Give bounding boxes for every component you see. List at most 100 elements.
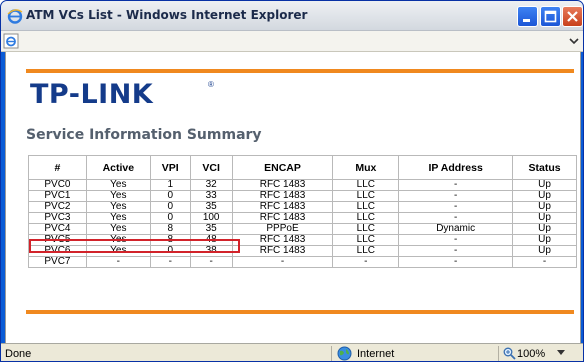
table-row: PVC2 Yes 0 35 RFC 1483 LLC - Up [28, 201, 577, 213]
cell-encap: RFC 1483 [231, 234, 334, 246]
cell-vci: - [189, 256, 233, 268]
cell-status: Up [512, 179, 577, 191]
window-title: ATM VCs List - Windows Internet Explorer [26, 8, 308, 22]
cell-vpi: - [149, 256, 191, 268]
browser-window: ATM VCs List - Windows Internet Explorer… [0, 0, 584, 362]
status-text: Done [5, 348, 32, 360]
cell-active: Yes [85, 190, 151, 202]
footer-divider [26, 310, 574, 314]
chevron-down-icon[interactable] [566, 33, 582, 49]
column-header-vpi: VPI [149, 155, 191, 180]
cell-status: Up [512, 190, 577, 202]
status-separator [498, 346, 499, 361]
zoom-icon[interactable] [503, 347, 516, 360]
table-row: PVC7 - - - - - - - [28, 256, 577, 268]
maximize-icon [544, 10, 557, 23]
cell-ip-address: - [398, 190, 514, 202]
maximize-button[interactable] [540, 6, 561, 27]
cell-active: Yes [85, 223, 151, 235]
cell-number: PVC3 [28, 212, 87, 224]
cell-encap: - [231, 256, 334, 268]
zoom-level[interactable]: 100% [517, 348, 545, 360]
cell-encap: RFC 1483 [231, 245, 334, 257]
cell-vpi: 1 [149, 179, 191, 191]
cell-vci: 100 [189, 212, 233, 224]
status-separator [331, 346, 332, 361]
cell-active: Yes [85, 212, 151, 224]
table-row: PVC1 Yes 0 33 RFC 1483 LLC - Up [28, 190, 577, 202]
cell-encap: RFC 1483 [231, 179, 334, 191]
cell-status: Up [512, 201, 577, 213]
column-header-mux: Mux [332, 155, 400, 180]
cell-ip-address: - [398, 179, 514, 191]
cell-status: Up [512, 223, 577, 235]
cell-status: Up [512, 234, 577, 246]
column-header-vci: VCI [189, 155, 233, 180]
address-strip [1, 31, 583, 52]
close-button[interactable] [562, 6, 583, 27]
cell-mux: LLC [332, 234, 400, 246]
cell-ip-address: - [398, 234, 514, 246]
security-zone-label: Internet [357, 348, 395, 360]
column-header-active: Active [85, 155, 151, 180]
cell-active: Yes [85, 201, 151, 213]
cell-active: - [85, 256, 151, 268]
cell-vpi: 0 [149, 190, 191, 202]
globe-icon [337, 346, 352, 361]
cell-mux: LLC [332, 223, 400, 235]
cell-status: Up [512, 245, 577, 257]
cell-vci: 35 [189, 201, 233, 213]
status-bar: Done Internet 100% [1, 343, 583, 361]
title-bar: ATM VCs List - Windows Internet Explorer [1, 1, 583, 31]
cell-mux: LLC [332, 201, 400, 213]
cell-ip-address: - [398, 212, 514, 224]
cell-number: PVC1 [28, 190, 87, 202]
cell-encap: PPPoE [231, 223, 334, 235]
table-row: PVC0 Yes 1 32 RFC 1483 LLC - Up [28, 179, 577, 191]
cell-mux: LLC [332, 245, 400, 257]
cell-vci: 33 [189, 190, 233, 202]
cell-number: PVC2 [28, 201, 87, 213]
minimize-button[interactable] [517, 6, 538, 27]
ie-icon [7, 9, 23, 24]
column-header-ip-address: IP Address [398, 155, 514, 180]
row-highlight-marker [29, 239, 240, 253]
cell-vci: 35 [189, 223, 233, 235]
cell-ip-address: Dynamic [398, 223, 514, 235]
cell-mux: LLC [332, 190, 400, 202]
cell-mux: - [332, 256, 400, 268]
page-title: Service Information Summary [26, 127, 262, 143]
cell-active: Yes [85, 179, 151, 191]
cell-vpi: 8 [149, 223, 191, 235]
cell-vpi: 0 [149, 201, 191, 213]
cell-mux: LLC [332, 212, 400, 224]
cell-number: PVC7 [28, 256, 87, 268]
cell-vci: 32 [189, 179, 233, 191]
page-content: TP-LINK ® Service Information Summary # … [5, 52, 581, 343]
cell-status: - [512, 256, 577, 268]
chevron-down-icon[interactable] [557, 350, 565, 356]
table-header-row: # Active VPI VCI ENCAP Mux IP Address St… [28, 155, 577, 180]
logo-text: TP-LINK [30, 79, 154, 110]
cell-encap: RFC 1483 [231, 190, 334, 202]
cell-mux: LLC [332, 179, 400, 191]
cell-encap: RFC 1483 [231, 201, 334, 213]
cell-status: Up [512, 212, 577, 224]
cell-ip-address: - [398, 245, 514, 257]
cell-number: PVC0 [28, 179, 87, 191]
column-header-number: # [28, 155, 87, 180]
cell-vpi: 0 [149, 212, 191, 224]
column-header-encap: ENCAP [231, 155, 334, 180]
close-icon [567, 11, 578, 22]
cell-encap: RFC 1483 [231, 212, 334, 224]
page-icon [3, 33, 19, 49]
cell-ip-address: - [398, 201, 514, 213]
cell-ip-address: - [398, 256, 514, 268]
header-divider [26, 69, 574, 73]
cell-number: PVC4 [28, 223, 87, 235]
minimize-icon [523, 19, 530, 22]
logo-registered-mark: ® [208, 80, 214, 89]
column-header-status: Status [512, 155, 577, 180]
table-row: PVC4 Yes 8 35 PPPoE LLC Dynamic Up [28, 223, 577, 235]
tp-link-logo: TP-LINK ® [30, 79, 214, 110]
